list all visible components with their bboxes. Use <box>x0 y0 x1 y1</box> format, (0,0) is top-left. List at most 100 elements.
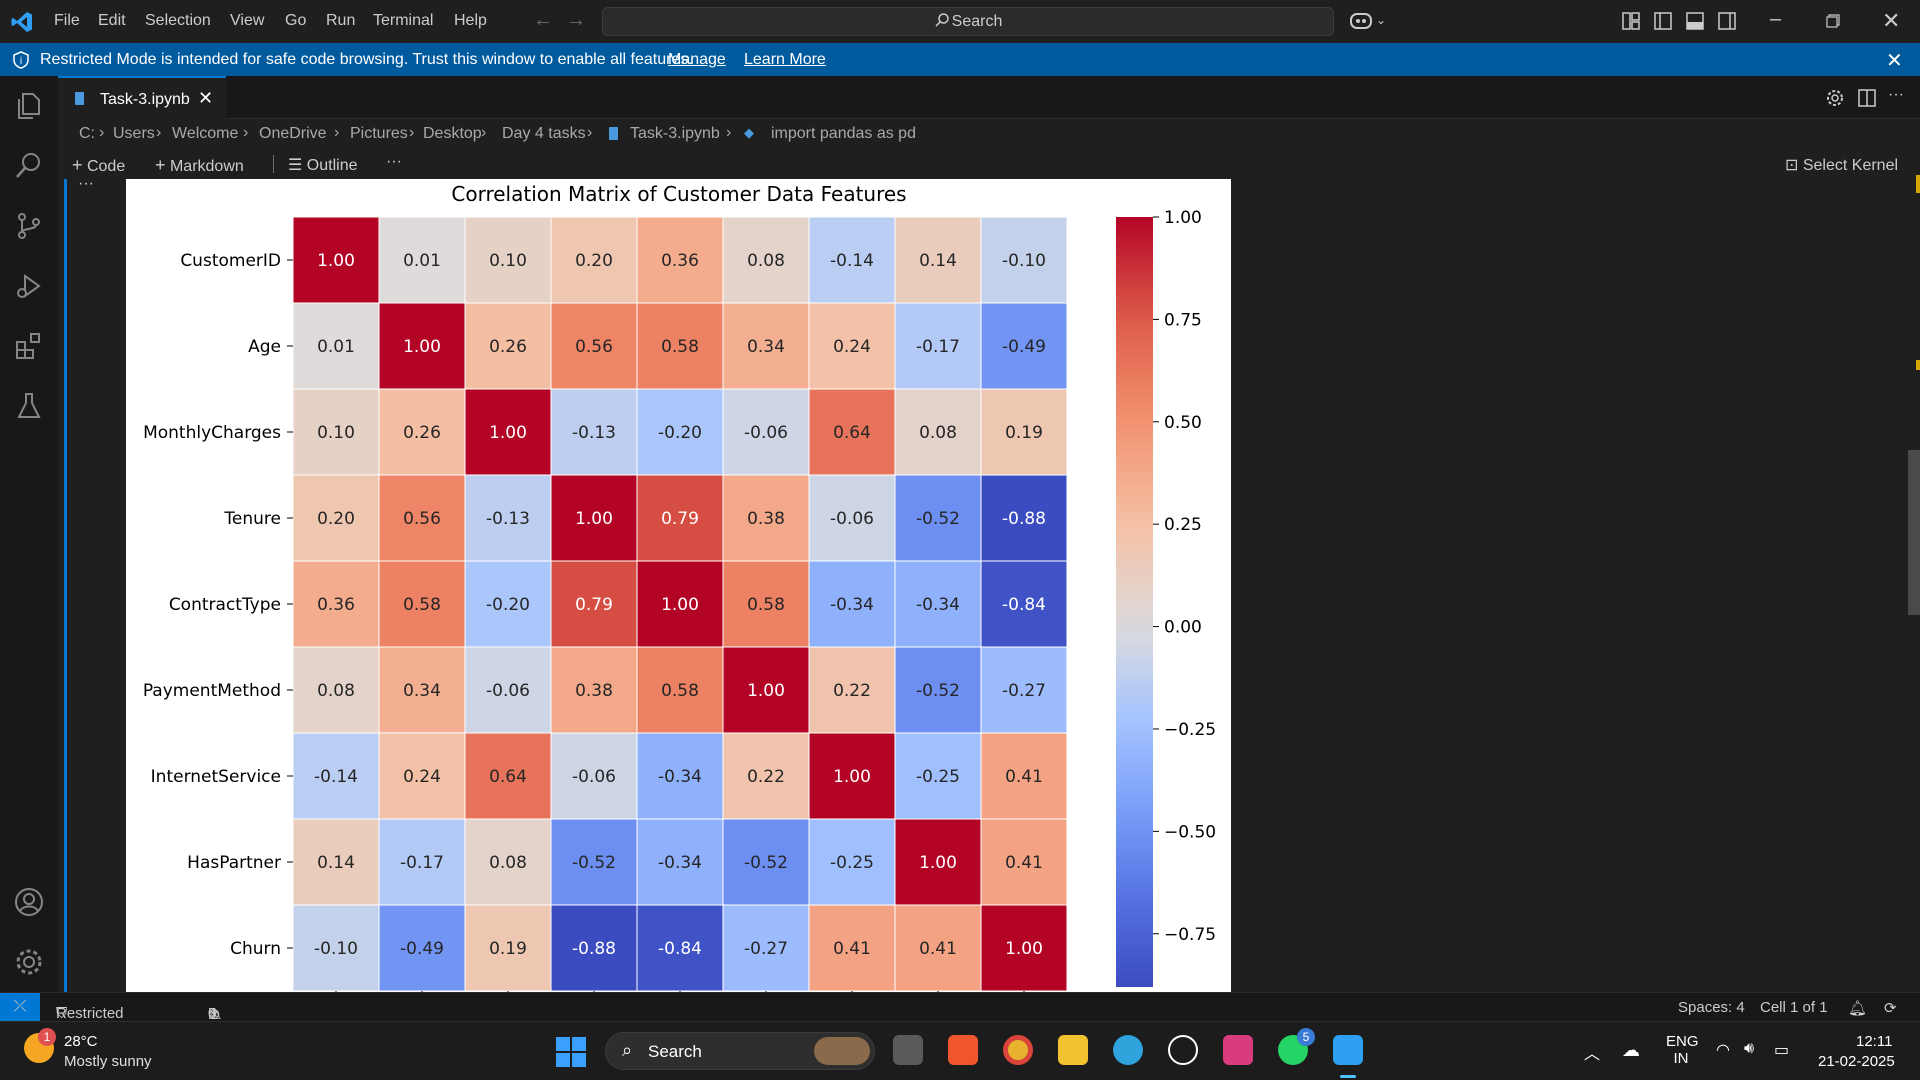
chrome-icon[interactable] <box>1003 1035 1033 1065</box>
outline-button[interactable]: ☰ Outline <box>288 155 358 175</box>
testing-flask-icon[interactable] <box>13 390 45 422</box>
cell-value-label: 0.64 <box>833 423 871 443</box>
breadcrumb-pictures[interactable]: Pictures <box>350 125 408 143</box>
menu-view[interactable]: View <box>230 12 264 30</box>
close-tab-icon[interactable]: ✕ <box>198 88 213 109</box>
chevron-down-icon[interactable]: ⌄ <box>1376 13 1386 27</box>
close-banner-icon[interactable]: ✕ <box>1886 48 1903 73</box>
onedrive-icon[interactable]: ☁ <box>1622 1040 1640 1061</box>
cell-value-label: 1.00 <box>747 681 785 701</box>
minimize-icon[interactable]: – <box>1770 8 1781 31</box>
wifi-icon[interactable]: ◠ <box>1716 1040 1730 1060</box>
cell-value-label: 0.79 <box>575 595 613 615</box>
breadcrumb-file[interactable]: Task-3.ipynb <box>630 125 720 143</box>
cell-value-label: 0.22 <box>833 681 871 701</box>
customize-layout-icon[interactable] <box>1622 12 1640 30</box>
editor-tabs: Task-3.ipynb ✕ ··· <box>58 76 1920 119</box>
task-view-icon[interactable] <box>893 1035 923 1065</box>
more-toolbar-icon[interactable]: ··· <box>386 153 402 171</box>
accounts-icon[interactable] <box>13 886 45 918</box>
learn-more-link[interactable]: Learn More <box>744 51 826 69</box>
toggle-sidebar-icon[interactable] <box>1654 12 1672 30</box>
search-activity-icon[interactable] <box>13 150 45 182</box>
extensions-icon[interactable] <box>13 330 45 362</box>
restore-icon[interactable] <box>1826 14 1840 28</box>
cell-value-label: 0.58 <box>403 595 441 615</box>
breadcrumb-drive[interactable]: C: <box>79 125 95 143</box>
source-control-icon[interactable] <box>13 210 45 242</box>
add-markdown-label: Markdown <box>169 158 244 175</box>
cell-value-label: 0.08 <box>747 251 785 271</box>
toggle-panel-icon[interactable] <box>1686 12 1704 30</box>
lang-secondary: IN <box>1673 1050 1689 1067</box>
instagram-icon[interactable] <box>1223 1035 1253 1065</box>
file-explorer-icon[interactable] <box>1058 1035 1088 1065</box>
kernel-icon: ⊡ <box>1785 157 1799 174</box>
toggle-secondary-sidebar-icon[interactable] <box>1718 12 1736 30</box>
shield-icon: i <box>13 51 29 69</box>
volume-icon[interactable]: 🔊︎ <box>1744 1040 1754 1058</box>
breadcrumb-desktop[interactable]: Desktop <box>423 125 482 143</box>
menu-selection[interactable]: Selection <box>145 12 211 30</box>
language-indicator[interactable]: ENG IN <box>1666 1033 1699 1067</box>
breadcrumb-cell[interactable]: import pandas as pd <box>771 125 916 143</box>
add-markdown-button[interactable]: + Markdown <box>155 155 244 176</box>
menu-file[interactable]: File <box>54 12 80 30</box>
start-button[interactable] <box>556 1037 586 1067</box>
search-highlight-image <box>814 1037 870 1065</box>
battery-icon[interactable]: ▭ <box>1774 1040 1789 1060</box>
taskbar-search[interactable]: ⌕ Search <box>605 1032 875 1070</box>
cell-value-label: -0.06 <box>830 509 874 529</box>
scrollbar-thumb[interactable] <box>1908 450 1920 615</box>
show-hidden-icons[interactable]: ︿ <box>1584 1040 1600 1064</box>
settings-gear-icon[interactable] <box>13 946 45 978</box>
add-code-button[interactable]: + Code <box>72 155 125 176</box>
cell-value-label: 0.38 <box>747 509 785 529</box>
command-center-search[interactable]: Search <box>602 7 1334 36</box>
cell-value-label: 1.00 <box>919 853 957 873</box>
y-tick-label: Tenure <box>223 509 281 529</box>
cell-value-label: 0.24 <box>833 337 871 357</box>
menu-go[interactable]: Go <box>285 12 306 30</box>
explorer-icon[interactable] <box>13 90 45 122</box>
more-actions-icon[interactable]: ··· <box>1888 86 1904 104</box>
select-kernel-button[interactable]: ⊡ Select Kernel <box>1785 155 1898 175</box>
gear-icon[interactable] <box>1826 89 1844 107</box>
menu-run[interactable]: Run <box>326 12 355 30</box>
forward-arrow-icon[interactable]: → <box>566 9 586 32</box>
remote-indicator[interactable]: ⤫ <box>0 993 40 1021</box>
notifications-bell-icon[interactable]: 🔔︎ <box>1848 999 1867 1017</box>
y-tick-label: ContractType <box>169 595 281 615</box>
breadcrumb-users[interactable]: Users <box>113 125 155 143</box>
brave-browser-icon[interactable] <box>948 1035 978 1065</box>
weather-temp: 28°C <box>64 1033 98 1050</box>
back-arrow-icon[interactable]: ← <box>533 9 553 32</box>
cell-value-label: 0.19 <box>1005 423 1043 443</box>
feedback-icon[interactable]: ⟳ <box>1884 999 1897 1017</box>
cell-value-label: -0.52 <box>916 681 960 701</box>
close-window-icon[interactable]: ✕ <box>1882 8 1900 34</box>
indentation-status[interactable]: Spaces: 4 <box>1678 999 1745 1016</box>
manage-link[interactable]: Manage <box>668 51 726 69</box>
breadcrumb-day4[interactable]: Day 4 tasks <box>502 125 586 143</box>
tab-task-3[interactable]: Task-3.ipynb ✕ <box>58 76 226 119</box>
menu-help[interactable]: Help <box>454 12 487 30</box>
vscode-taskbar-icon[interactable] <box>1333 1035 1363 1065</box>
cell-more-icon[interactable]: ··· <box>78 175 94 193</box>
vscode-logo-icon <box>11 12 32 32</box>
clock-date[interactable]: 21-02-2025 <box>1818 1053 1895 1070</box>
copilot-icon[interactable] <box>1349 10 1373 32</box>
chatgpt-icon[interactable] <box>1168 1035 1198 1065</box>
cell-position-status[interactable]: Cell 1 of 1 <box>1760 999 1828 1016</box>
weather-condition: Mostly sunny <box>64 1053 152 1070</box>
breadcrumb-welcome[interactable]: Welcome <box>172 125 238 143</box>
menu-terminal[interactable]: Terminal <box>373 12 433 30</box>
breadcrumb-onedrive[interactable]: OneDrive <box>259 125 327 143</box>
split-editor-icon[interactable] <box>1858 89 1876 107</box>
colorbar-tick-label: −0.75 <box>1164 925 1216 945</box>
menu-edit[interactable]: Edit <box>98 12 126 30</box>
y-tick-label: InternetService <box>151 767 281 787</box>
run-debug-icon[interactable] <box>13 270 45 302</box>
telegram-icon[interactable] <box>1113 1035 1143 1065</box>
clock-time[interactable]: 12:11 <box>1856 1033 1892 1050</box>
